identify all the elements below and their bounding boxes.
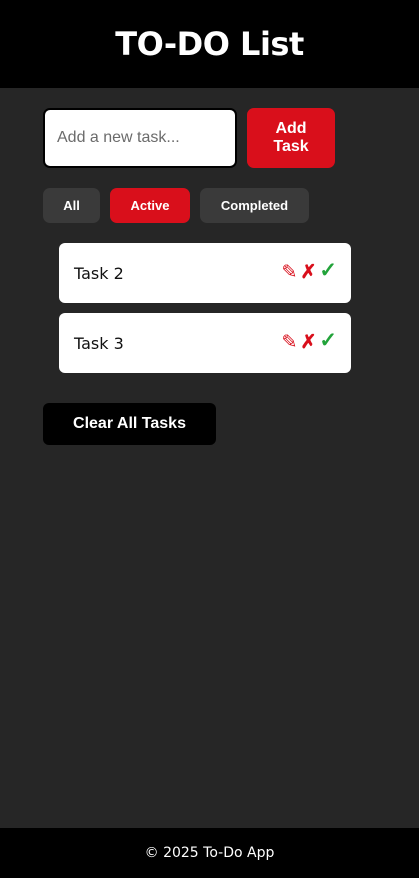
edit-icon[interactable]: ✎: [282, 333, 298, 353]
task-item: Task 2 ✎ ✗ ✓: [59, 243, 351, 303]
delete-icon[interactable]: ✗: [300, 333, 316, 353]
app-footer: © 2025 To-Do App: [0, 828, 419, 878]
task-actions: ✎ ✗ ✓: [282, 260, 337, 283]
complete-check-icon[interactable]: ✓: [319, 330, 337, 351]
filter-all-button[interactable]: All: [43, 188, 100, 223]
delete-icon[interactable]: ✗: [300, 263, 316, 283]
page-title: TO-DO List: [115, 25, 304, 63]
todo-app: TO-DO List Add Task All Active Completed…: [0, 0, 419, 878]
clear-all-tasks-button[interactable]: Clear All Tasks: [43, 403, 216, 445]
new-task-input[interactable]: [43, 108, 237, 168]
footer-copyright: © 2025 To-Do App: [144, 845, 275, 861]
task-item: Task 3 ✎ ✗ ✓: [59, 313, 351, 373]
edit-icon[interactable]: ✎: [282, 263, 298, 283]
app-header: TO-DO List: [0, 0, 419, 88]
task-text: Task 2: [74, 263, 124, 283]
add-task-button[interactable]: Add Task: [247, 108, 335, 168]
complete-check-icon[interactable]: ✓: [319, 260, 337, 281]
task-text: Task 3: [74, 333, 124, 353]
filter-completed-button[interactable]: Completed: [200, 188, 309, 223]
filter-active-button[interactable]: Active: [110, 188, 190, 223]
task-actions: ✎ ✗ ✓: [282, 330, 337, 353]
